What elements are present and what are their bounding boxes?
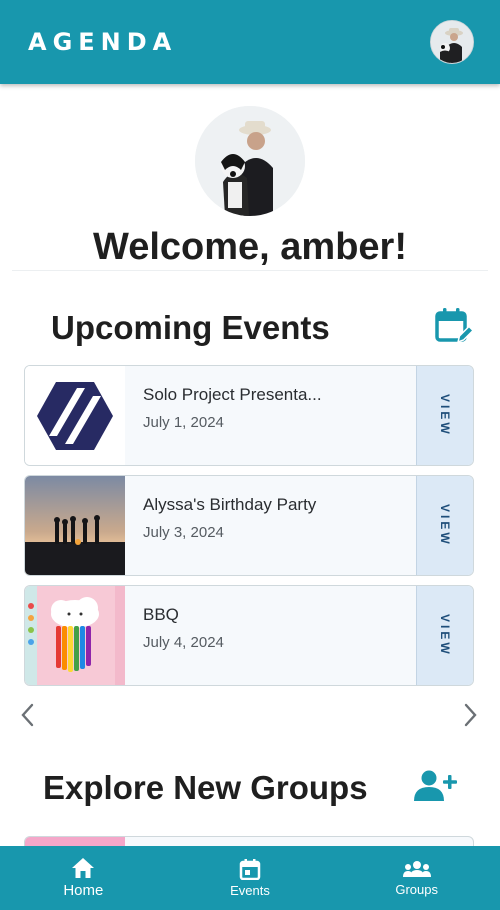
view-event-button[interactable]: VIEW	[416, 476, 473, 575]
bottom-nav: Home Events Groups	[0, 846, 500, 910]
event-date: July 3, 2024	[143, 524, 224, 541]
profile-section: Welcome, amber!	[0, 106, 500, 270]
app-bar: AGENDA	[0, 0, 500, 84]
welcome-heading: Welcome, amber!	[93, 226, 407, 268]
event-title: BBQ	[143, 605, 179, 624]
event-card[interactable]: Solo Project Presenta... July 1, 2024 VI…	[24, 365, 474, 466]
divider	[12, 270, 488, 271]
profile-avatar	[195, 106, 305, 216]
event-title: Solo Project Presenta...	[143, 385, 322, 404]
nav-item-events[interactable]: Events	[167, 846, 334, 910]
events-list: Solo Project Presenta... July 1, 2024 VI…	[24, 365, 474, 695]
event-thumbnail	[25, 476, 125, 575]
nav-label: Home	[63, 882, 104, 899]
nav-item-home[interactable]: Home	[0, 846, 167, 910]
event-info: BBQ July 4, 2024	[125, 586, 416, 685]
upcoming-events-title: Upcoming Events	[51, 309, 330, 346]
chevron-right-icon[interactable]	[458, 701, 482, 729]
event-info: Alyssa's Birthday Party July 3, 2024	[125, 476, 416, 575]
explore-groups-title: Explore New Groups	[43, 769, 368, 806]
calendar-edit-icon[interactable]	[434, 306, 475, 351]
view-button-label: VIEW	[438, 504, 452, 547]
view-event-button[interactable]: VIEW	[416, 586, 473, 685]
nav-item-groups[interactable]: Groups	[333, 846, 500, 910]
upcoming-events-header: Upcoming Events	[0, 298, 500, 358]
nav-label: Groups	[395, 882, 438, 897]
view-button-label: VIEW	[438, 614, 452, 657]
user-avatar[interactable]	[430, 20, 474, 64]
home-icon	[72, 858, 95, 878]
event-card[interactable]: BBQ July 4, 2024 VIEW	[24, 585, 474, 686]
event-thumbnail	[25, 586, 125, 685]
view-button-label: VIEW	[438, 394, 452, 437]
user-photo	[431, 21, 473, 63]
nav-label: Events	[230, 883, 270, 898]
explore-groups-header: Explore New Groups	[0, 758, 500, 818]
event-card[interactable]: Alyssa's Birthday Party July 3, 2024 VIE…	[24, 475, 474, 576]
view-event-button[interactable]: VIEW	[416, 366, 473, 465]
carousel-pager	[0, 695, 500, 735]
event-date: July 4, 2024	[143, 634, 224, 651]
event-date: July 1, 2024	[143, 414, 224, 431]
event-title: Alyssa's Birthday Party	[143, 495, 317, 514]
chevron-left-icon[interactable]	[16, 701, 40, 729]
groups-icon	[402, 861, 431, 877]
add-person-icon[interactable]	[412, 769, 458, 808]
event-info: Solo Project Presenta... July 1, 2024	[125, 366, 416, 465]
event-thumbnail	[25, 366, 125, 465]
calendar-icon	[239, 859, 261, 880]
profile-photo	[195, 106, 305, 216]
app-title: AGENDA	[28, 28, 178, 56]
